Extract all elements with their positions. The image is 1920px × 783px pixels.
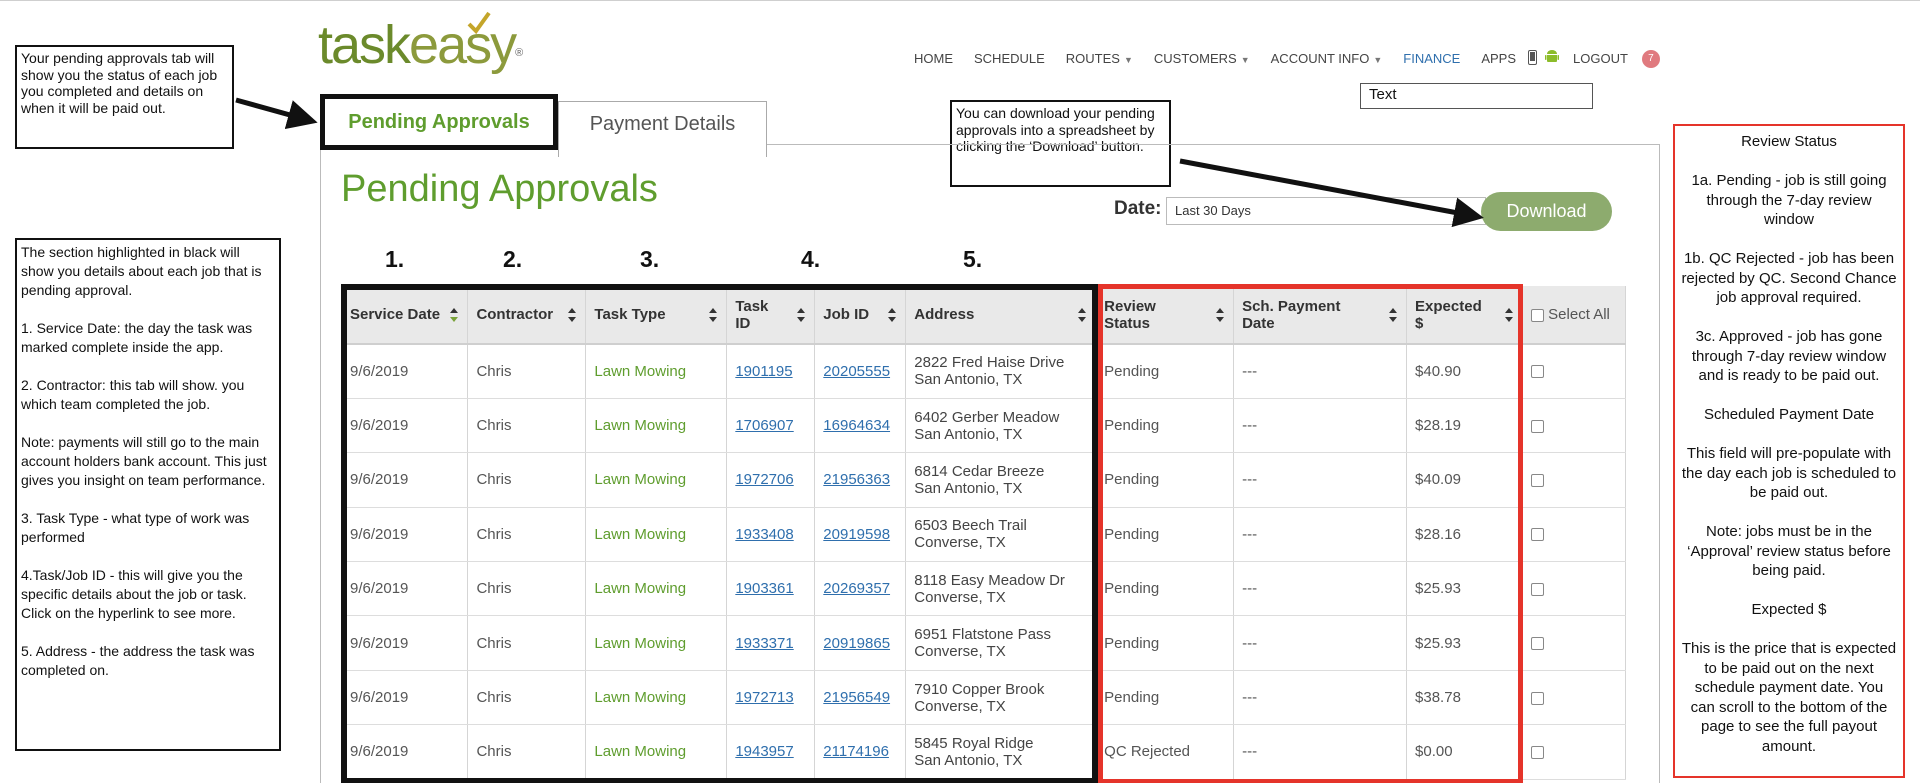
arrow-to-pending-tab [235,97,318,130]
column-number: 4. [801,246,821,272]
row-checkbox[interactable] [1531,365,1544,379]
select-all-checkbox[interactable] [1531,308,1544,322]
cell-select [1522,724,1626,780]
row-checkbox[interactable] [1531,582,1544,596]
arrow-to-download [1179,158,1484,228]
column-number: 2. [503,246,523,272]
column-number: 3. [640,246,660,272]
cell-select [1522,344,1626,399]
row-checkbox[interactable] [1531,474,1544,487]
cell-select [1522,561,1626,617]
cell-select [1522,507,1626,563]
row-checkbox[interactable] [1531,528,1544,542]
row-checkbox[interactable] [1531,637,1544,651]
cell-select [1522,615,1626,671]
highlight-job-details [341,284,1098,783]
header-select-all[interactable]: Select All [1522,286,1626,345]
highlight-payment-status [1098,284,1523,783]
row-checkbox[interactable] [1531,419,1544,433]
cell-select [1522,670,1626,726]
column-number: 5. [963,246,983,272]
row-checkbox[interactable] [1531,745,1544,759]
cell-select [1522,398,1626,454]
row-checkbox[interactable] [1531,691,1544,705]
header-label: Select All [1548,306,1610,323]
column-number: 1. [385,246,405,272]
cell-select [1522,452,1626,508]
